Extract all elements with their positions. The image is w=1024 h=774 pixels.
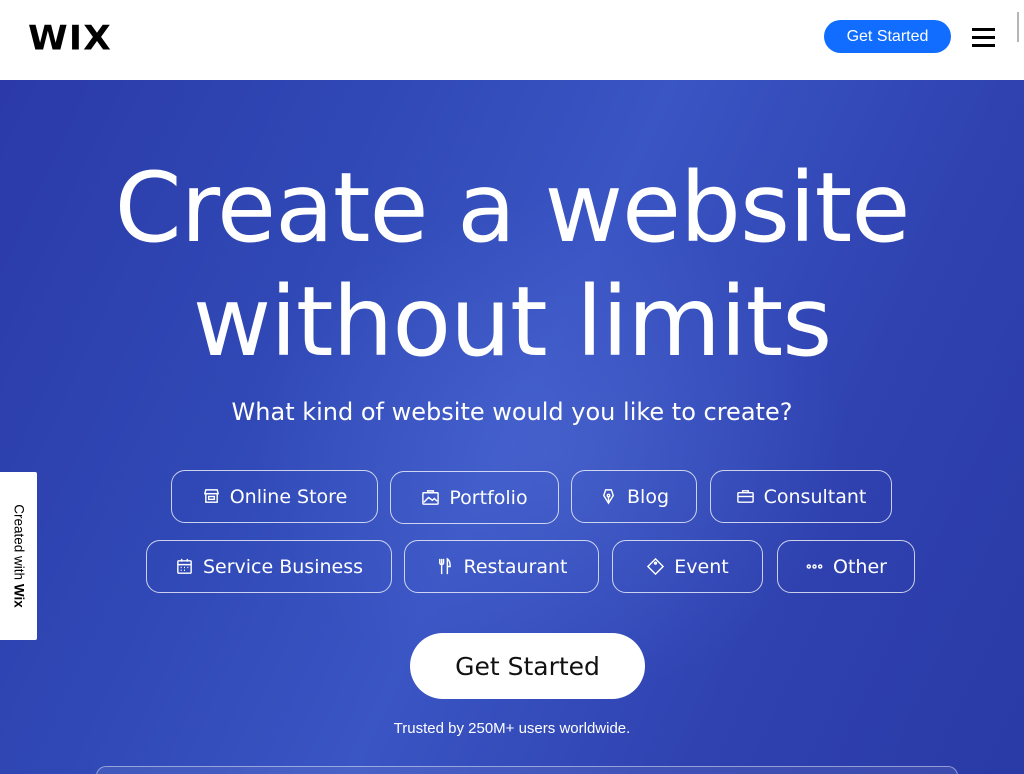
subheadline: What kind of website would you like to c… — [231, 398, 793, 426]
preview-panel-edge — [96, 766, 958, 774]
header-get-started-button[interactable]: Get Started — [824, 20, 951, 53]
chip-label: Blog — [627, 485, 669, 508]
trust-text: Trusted by 250M+ users worldwide. — [393, 720, 631, 737]
chip-label: Service Business — [202, 555, 364, 578]
site-header: WIX Get Started — [0, 0, 1024, 80]
chip-label: Restaurant — [463, 555, 568, 578]
chip-consultant[interactable]: Consultant — [710, 470, 892, 523]
chip-label: Portfolio — [449, 486, 528, 509]
chip-label: Consultant — [763, 485, 867, 508]
hero-get-started-button[interactable]: Get Started — [410, 633, 645, 699]
utensils-icon — [439, 557, 452, 575]
created-with-wix-badge[interactable]: Created with Wix — [0, 472, 37, 640]
briefcase-icon — [736, 490, 754, 503]
chip-label: Online Store — [229, 485, 348, 508]
chip-service-business[interactable]: Service Business — [146, 540, 392, 593]
headline-line-1: Create a website — [114, 152, 911, 264]
chip-label: Other — [833, 555, 887, 578]
scrollbar-thumb[interactable] — [1017, 12, 1019, 42]
more-icon — [806, 564, 823, 569]
chip-other[interactable]: Other — [777, 540, 915, 593]
hero-section: Create a website without limits What kin… — [0, 80, 1024, 774]
chip-restaurant[interactable]: Restaurant — [404, 540, 599, 593]
chip-label: Event — [674, 555, 729, 578]
chip-online-store[interactable]: Online Store — [171, 470, 378, 523]
wix-logo[interactable]: WIX — [28, 20, 112, 58]
ticket-icon — [647, 557, 665, 576]
store-icon — [203, 489, 219, 503]
calendar-icon — [177, 558, 192, 574]
image-icon — [422, 490, 440, 505]
chip-portfolio[interactable]: Portfolio — [390, 471, 559, 524]
created-with-wix-text: Created with Wix — [11, 504, 26, 608]
hamburger-menu-icon[interactable] — [970, 24, 998, 50]
chip-blog[interactable]: Blog — [571, 470, 697, 523]
pen-nib-icon — [602, 489, 615, 505]
chip-event[interactable]: Event — [612, 540, 763, 593]
headline-line-2: without limits — [192, 266, 833, 378]
